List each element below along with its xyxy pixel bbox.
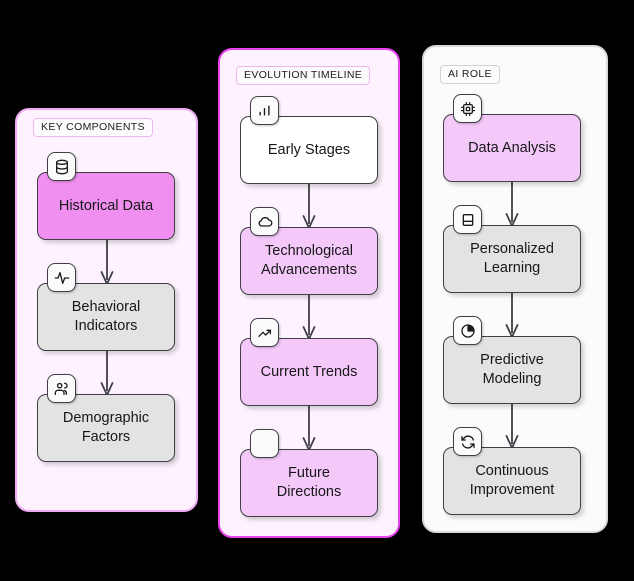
node-label-technological-advancements: Technological Advancements xyxy=(261,243,357,278)
database-icon xyxy=(47,152,76,181)
group-label-ai-role: AI ROLE xyxy=(440,65,500,85)
group-label-key-components: KEY COMPONENTS xyxy=(33,118,153,138)
activity-icon xyxy=(47,263,76,292)
node-label-historical-data: Historical Data xyxy=(58,197,154,214)
node-historical-data[interactable]: Historical Data xyxy=(37,172,175,240)
blank-icon xyxy=(250,429,279,458)
node-data-analysis[interactable]: Data Analysis xyxy=(443,114,581,182)
diagram-canvas: KEY COMPONENTS Historical Data Behaviora… xyxy=(0,0,634,581)
node-technological-advancements[interactable]: Technological Advancements xyxy=(240,227,378,295)
node-label-behavioral-indicators: Behavioral Indicators xyxy=(71,299,141,334)
group-label-evolution-timeline: EVOLUTION TIMELINE xyxy=(236,66,371,86)
node-label-current-trends: Current Trends xyxy=(260,363,358,380)
node-personalized-learning[interactable]: Personalized Learning xyxy=(443,225,581,293)
node-label-personalized-learning: Personalized Learning xyxy=(470,241,554,276)
book-icon xyxy=(453,205,482,234)
refresh-icon xyxy=(453,427,482,456)
cloud-icon xyxy=(250,207,279,236)
users-icon xyxy=(47,374,76,403)
trending-up-icon xyxy=(250,318,279,347)
node-continuous-improvement[interactable]: Continuous Improvement xyxy=(443,447,581,515)
node-label-data-analysis: Data Analysis xyxy=(468,139,556,156)
node-early-stages[interactable]: Early Stages xyxy=(240,116,378,184)
node-label-continuous-improvement: Continuous Improvement xyxy=(469,463,555,498)
node-behavioral-indicators[interactable]: Behavioral Indicators xyxy=(37,283,175,351)
node-label-future-directions: Future Directions xyxy=(276,465,342,500)
node-predictive-modeling[interactable]: Predictive Modeling xyxy=(443,336,581,404)
node-label-early-stages: Early Stages xyxy=(267,141,351,158)
cpu-icon xyxy=(453,94,482,123)
node-label-predictive-modeling: Predictive Modeling xyxy=(480,352,544,387)
node-current-trends[interactable]: Current Trends xyxy=(240,338,378,406)
pie-chart-icon xyxy=(453,316,482,345)
node-demographic-factors[interactable]: Demographic Factors xyxy=(37,394,175,462)
node-label-demographic-factors: Demographic Factors xyxy=(62,410,150,445)
node-future-directions[interactable]: Future Directions xyxy=(240,449,378,517)
bar-chart-icon xyxy=(250,96,279,125)
